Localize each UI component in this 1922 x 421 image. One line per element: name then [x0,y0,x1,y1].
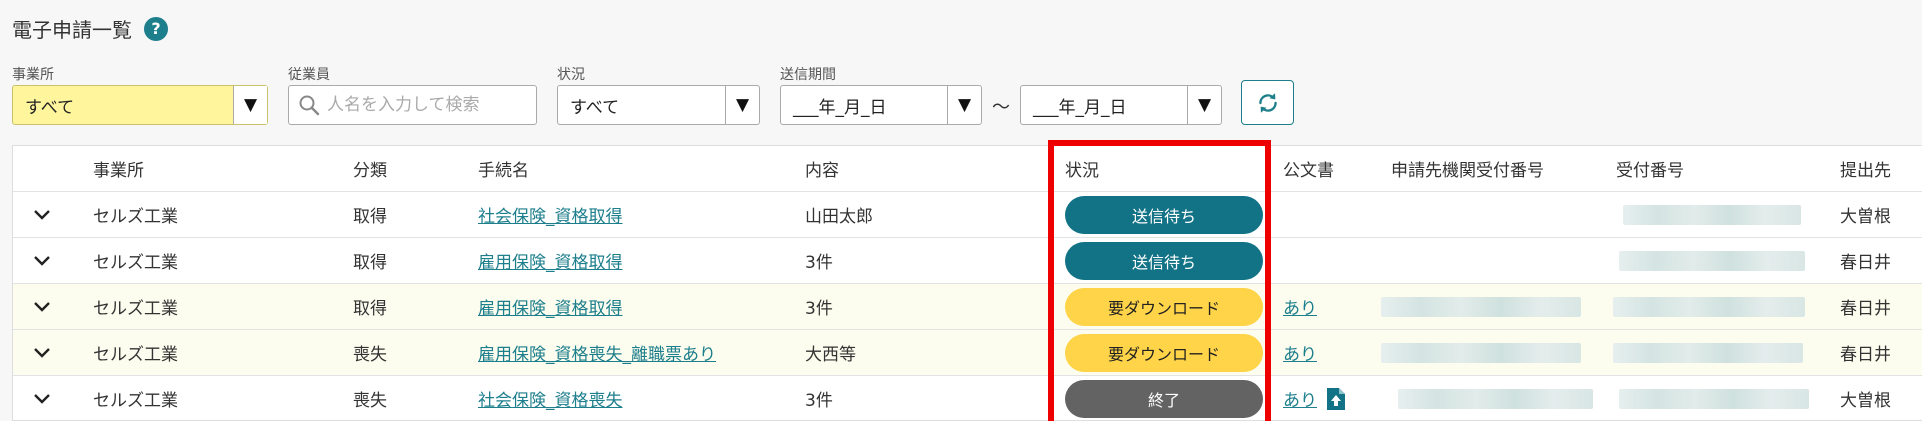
table-row[interactable]: セルズ工業 喪失 社会保険_資格喪失 3件 終了 あり 大曽根 [13,376,1922,421]
row-procedure-link[interactable]: 雇用保険_資格取得 [478,284,623,329]
row-category: 取得 [353,207,387,227]
row-submit-to: 大曽根 [1840,391,1891,411]
search-icon [299,95,320,116]
help-icon[interactable]: ? [144,16,168,41]
status-select-value: すべて [570,97,620,118]
row-agency-number-blurred [1381,330,1581,375]
status-filter-label: 状況 [557,67,585,83]
header-content: 内容 [805,161,839,181]
row-category: 喪失 [353,345,387,365]
row-office: セルズ工業 [93,253,178,273]
row-content: 3件 [805,299,833,319]
chevron-down-icon [34,393,50,404]
row-office: セルズ工業 [93,391,178,411]
row-category: 取得 [353,299,387,319]
header-agency-number: 申請先機関受付番号 [1391,161,1544,181]
row-submit-to: 春日井 [1840,299,1891,319]
period-from-value: ___年_月_日 [793,97,887,118]
row-procedure-link[interactable]: 社会保険_資格喪失 [478,376,623,421]
chevron-down-icon [34,255,50,266]
application-table: 事業所 分類 手続名 内容 状況 公文書 申請先機関受付番号 受付番号 提出先 … [12,145,1922,421]
chevron-down-icon [34,301,50,312]
refresh-button[interactable] [1241,80,1294,125]
header-document: 公文書 [1283,161,1334,181]
header-submit-to: 提出先 [1840,161,1891,181]
office-select[interactable]: すべて ▼ [12,85,268,125]
row-receipt-number-blurred [1613,330,1803,375]
expand-row-button[interactable] [33,192,51,237]
table-row[interactable]: セルズ工業 喪失 雇用保険_資格喪失_離職票あり 大西等 要ダウンロード あり … [13,330,1922,376]
row-receipt-number-blurred [1619,376,1809,421]
employee-filter-label: 従業員 [288,67,330,83]
row-office: セルズ工業 [93,207,178,227]
period-separator: ～ [992,97,1010,118]
row-category: 取得 [353,253,387,273]
row-content: 山田太郎 [805,207,873,227]
status-select[interactable]: すべて ▼ [557,85,760,125]
row-procedure-link[interactable]: 雇用保険_資格取得 [478,238,623,283]
expand-row-button[interactable] [33,330,51,375]
header-category: 分類 [353,161,387,181]
chevron-down-icon [34,209,50,220]
period-filter-label: 送信期間 [780,67,836,83]
row-submit-to: 春日井 [1840,345,1891,365]
header-receipt-number: 受付番号 [1616,161,1684,181]
row-receipt-number-blurred [1613,284,1805,329]
expand-row-button[interactable] [33,376,51,421]
row-content: 3件 [805,253,833,273]
table-row[interactable]: セルズ工業 取得 雇用保険_資格取得 3件 要ダウンロード あり 春日井 [13,284,1922,330]
dropdown-arrow-icon[interactable]: ▼ [233,86,267,124]
status-column-highlight [1048,140,1271,421]
office-select-value: すべて [25,97,75,118]
employee-search[interactable] [288,85,537,125]
row-document-link[interactable]: あり [1283,330,1317,375]
row-receipt-number-blurred [1619,238,1805,283]
period-to-select[interactable]: ___年_月_日 ▼ [1020,85,1222,125]
row-receipt-number-blurred [1623,192,1801,237]
row-procedure-link[interactable]: 社会保険_資格取得 [478,192,623,237]
row-agency-number-blurred [1381,284,1581,329]
page-title: 電子申請一覧 [12,18,132,42]
row-procedure-link[interactable]: 雇用保険_資格喪失_離職票あり [478,330,716,375]
table-row[interactable]: セルズ工業 取得 社会保険_資格取得 山田太郎 送信待ち 大曽根 [13,192,1922,238]
chevron-down-icon [34,347,50,358]
expand-row-button[interactable] [33,238,51,283]
dropdown-arrow-icon[interactable]: ▼ [725,86,759,124]
table-header-row: 事業所 分類 手続名 内容 状況 公文書 申請先機関受付番号 受付番号 提出先 [13,146,1922,192]
table-row[interactable]: セルズ工業 取得 雇用保険_資格取得 3件 送信待ち 春日井 [13,238,1922,284]
row-content: 大西等 [805,345,856,365]
row-office: セルズ工業 [93,345,178,365]
row-agency-number-blurred [1398,376,1593,421]
dropdown-arrow-icon[interactable]: ▼ [947,86,981,124]
header-procedure: 手続名 [478,161,529,181]
expand-row-button[interactable] [33,284,51,329]
row-category: 喪失 [353,391,387,411]
page-header: 電子申請一覧 ? [12,14,168,43]
header-office: 事業所 [93,161,144,181]
row-office: セルズ工業 [93,299,178,319]
row-content: 3件 [805,391,833,411]
period-from-select[interactable]: ___年_月_日 ▼ [780,85,982,125]
row-document-link[interactable]: あり [1283,284,1317,329]
row-document-link[interactable]: あり [1283,386,1317,411]
row-submit-to: 春日井 [1840,253,1891,273]
refresh-icon [1258,92,1277,113]
period-to-value: ___年_月_日 [1033,97,1127,118]
dropdown-arrow-icon[interactable]: ▼ [1187,86,1221,124]
office-filter-label: 事業所 [12,67,54,83]
row-document-cell: あり [1283,376,1347,421]
file-upload-icon[interactable] [1325,386,1347,412]
employee-search-input[interactable] [327,95,527,115]
row-submit-to: 大曽根 [1840,207,1891,227]
